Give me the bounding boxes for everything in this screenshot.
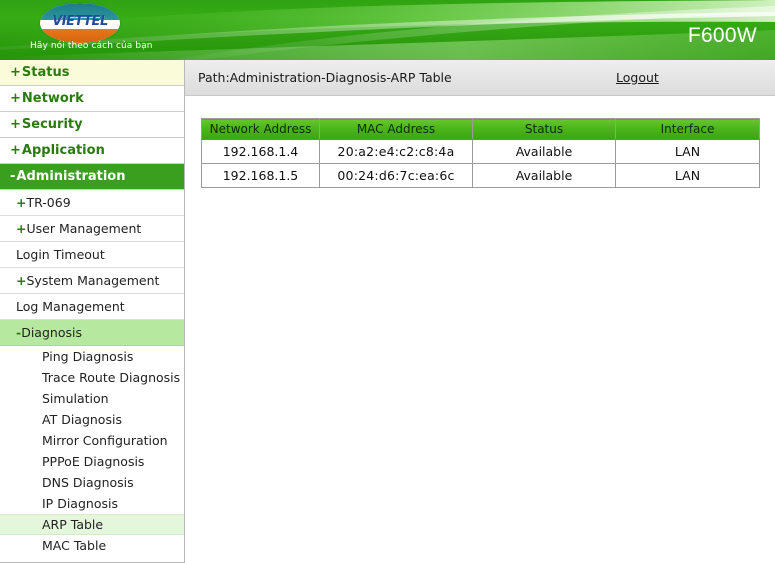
- sidebar-leaf-mac-table[interactable]: MAC Table: [0, 535, 184, 556]
- expander-icon: +: [16, 195, 27, 210]
- sidebar-item-status[interactable]: +Status: [0, 60, 184, 86]
- arp-table: Network Address MAC Address Status Inter…: [201, 118, 760, 188]
- sidebar-subitem-label: Diagnosis: [21, 325, 82, 340]
- expander-icon: +: [10, 91, 21, 106]
- sidebar-leaf-at-diagnosis[interactable]: AT Diagnosis: [0, 409, 184, 430]
- sidebar-leaf-mirror-configuration[interactable]: Mirror Configuration: [0, 430, 184, 451]
- sidebar-subitem-label: TR-069: [26, 195, 71, 210]
- sidebar-item-label: Security: [21, 117, 83, 132]
- sidebar-leaf-ip-diagnosis[interactable]: IP Diagnosis: [0, 493, 184, 514]
- sidebar-subitem-user-management[interactable]: +User Management: [0, 216, 184, 242]
- sidebar-item-label: Administration: [16, 169, 126, 184]
- sidebar-subitem-label: Log Management: [16, 299, 125, 314]
- sidebar-leaf-pppoe-diagnosis[interactable]: PPPoE Diagnosis: [0, 451, 184, 472]
- sidebar-leaf-label: AT Diagnosis: [42, 412, 122, 427]
- page-banner: VIETTEL Hãy nói theo cách của bạn F600W: [0, 0, 775, 60]
- page-body: +Status +Network +Security +Application -Adm…: [0, 60, 775, 563]
- sidebar-leaf-ping-diagnosis[interactable]: Ping Diagnosis: [0, 346, 184, 367]
- sidebar-leaf-label: MAC Table: [42, 538, 107, 553]
- sidebar-subitem-log-management[interactable]: Log Management: [0, 294, 184, 320]
- sidebar-navigation: +Status +Network +Security +Application -Adm…: [0, 60, 185, 563]
- sidebar-item-label: Network: [21, 91, 84, 106]
- viettel-logo: VIETTEL: [40, 3, 120, 43]
- column-header-network-address: Network Address: [201, 118, 320, 140]
- sidebar-leaf-label: ARP Table: [42, 517, 104, 532]
- column-header-status: Status: [472, 118, 616, 140]
- sidebar-item-network[interactable]: +Network: [0, 86, 184, 112]
- arp-table-body: 192.168.1.4 20:a2:e4:c2:c8:4a Available LAN…: [201, 139, 760, 188]
- sidebar-leaf-label: Mirror Configuration: [42, 433, 168, 448]
- content-area: Path:Administration-Diagnosis-ARP Table …: [185, 60, 775, 563]
- cell-mac-address: 20:a2:e4:c2:c8:4a: [319, 139, 473, 164]
- sidebar-leaf-label: IP Diagnosis: [42, 496, 118, 511]
- sidebar-subitem-label: System Management: [26, 273, 160, 288]
- expander-icon: +: [10, 117, 21, 132]
- table-row: 192.168.1.4 20:a2:e4:c2:c8:4a Available LAN: [201, 139, 760, 164]
- sidebar-leaf-dns-diagnosis[interactable]: DNS Diagnosis: [0, 472, 184, 493]
- path-bar: Path:Administration-Diagnosis-ARP Table …: [185, 60, 775, 96]
- logout-link[interactable]: Logout: [616, 70, 659, 85]
- expander-icon: +: [10, 65, 21, 80]
- cell-network-address: 192.168.1.4: [201, 139, 320, 164]
- sidebar-leaf-label: DNS Diagnosis: [42, 475, 134, 490]
- sidebar-subitem-login-timeout[interactable]: Login Timeout: [0, 242, 184, 268]
- sidebar-item-label: Status: [21, 65, 70, 80]
- breadcrumb-path: Path:Administration-Diagnosis-ARP Table: [198, 70, 452, 85]
- sidebar-leaf-label: Ping Diagnosis: [42, 349, 134, 364]
- expander-icon: -: [10, 169, 16, 184]
- column-header-interface: Interface: [615, 118, 760, 140]
- expander-icon: +: [16, 273, 27, 288]
- logo-brand-text: VIETTEL: [52, 14, 108, 29]
- cell-status: Available: [472, 139, 616, 164]
- sidebar-leaf-arp-table[interactable]: ARP Table: [0, 514, 184, 535]
- expander-icon: +: [16, 221, 27, 236]
- sidebar-subitem-label: Login Timeout: [16, 247, 105, 262]
- sidebar-item-security[interactable]: +Security: [0, 112, 184, 138]
- sidebar-subitem-tr-069[interactable]: +TR-069: [0, 190, 184, 216]
- sidebar-item-application[interactable]: +Application: [0, 138, 184, 164]
- sidebar-item-label: Application: [21, 143, 105, 158]
- sidebar-leaf-simulation[interactable]: Simulation: [0, 388, 184, 409]
- table-row: 192.168.1.5 00:24:d6:7c:ea:6c Available LAN: [201, 163, 760, 188]
- table-header-row: Network Address MAC Address Status Inter…: [201, 118, 760, 140]
- sidebar-subitem-label: User Management: [26, 221, 142, 236]
- sidebar-leaf-label: PPPoE Diagnosis: [42, 454, 145, 469]
- sidebar-leaf-label: Trace Route Diagnosis: [42, 370, 181, 385]
- cell-mac-address: 00:24:d6:7c:ea:6c: [319, 163, 473, 188]
- cell-interface: LAN: [615, 139, 760, 164]
- column-header-mac-address: MAC Address: [319, 118, 473, 140]
- arp-table-container: Network Address MAC Address Status Inter…: [185, 96, 775, 188]
- sidebar-subitem-system-management[interactable]: +System Management: [0, 268, 184, 294]
- brand-tagline: Hãy nói theo cách của bạn: [30, 41, 153, 51]
- sidebar-leaf-trace-route-diagnosis[interactable]: Trace Route Diagnosis: [0, 367, 184, 388]
- expander-icon: +: [10, 143, 21, 158]
- sidebar-subitem-diagnosis[interactable]: -Diagnosis: [0, 320, 184, 346]
- device-model-label: F600W: [687, 24, 757, 47]
- sidebar-leaf-label: Simulation: [42, 391, 109, 406]
- cell-interface: LAN: [615, 163, 760, 188]
- cell-status: Available: [472, 163, 616, 188]
- cell-network-address: 192.168.1.5: [201, 163, 320, 188]
- sidebar-item-administration[interactable]: -Administration: [0, 164, 184, 190]
